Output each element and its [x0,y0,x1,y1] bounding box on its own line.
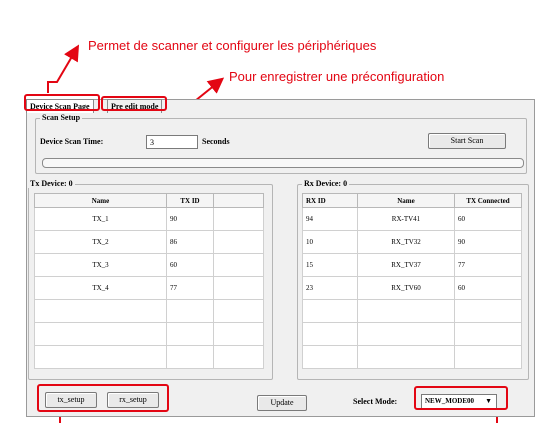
tx-id-cell: 60 [166,253,214,277]
rx-name-cell: RX-TV41 [357,207,455,231]
annotation-arrow-scan [47,44,80,93]
table-row [34,322,264,346]
tx-name-cell: TX_4 [34,276,167,300]
tx-device-group: Tx Device: 0 Name TX ID TX_1 90 TX_2 86 TX… [28,179,273,380]
tx-col-id[interactable]: TX ID [166,193,214,208]
table-row[interactable]: 10 RX_TV32 90 [302,230,522,254]
tx-table: Name TX ID TX_1 90 TX_2 86 TX_3 60 TX_4 77 [34,193,264,369]
table-row[interactable]: 23 RX_TV60 60 [302,276,522,300]
app-window: Device Scan Page Pre edit mode Scan Setu… [26,99,535,417]
tx-id-cell: 77 [166,276,214,300]
table-row[interactable]: 15 RX_TV37 77 [302,253,522,277]
highlight-select-mode [414,386,508,410]
rx-col-tx-connected[interactable]: TX Connected [454,193,522,208]
scan-setup-group: Scan Setup Device Scan Time: 3 Seconds S… [35,113,527,174]
table-row [34,345,264,369]
tx-id-cell: 86 [166,230,214,254]
rx-id-cell: 10 [302,230,358,254]
tx-name-cell: TX_2 [34,230,167,254]
rx-col-name[interactable]: Name [357,193,455,208]
scan-time-input[interactable]: 3 [146,135,198,149]
tx-name-cell: TX_1 [34,207,167,231]
scan-time-label: Device Scan Time: [40,137,104,146]
scan-progress-bar [42,158,524,168]
rx-table: RX ID Name TX Connected 94 RX-TV41 60 10 RX… [302,193,522,369]
rx-device-label: Rx Device: 0 [302,179,350,188]
rx-id-cell: 23 [302,276,358,300]
table-row [302,345,522,369]
tx-device-label: Tx Device: 0 [28,179,75,188]
highlight-setup-buttons [37,384,169,412]
select-mode-label: Select Mode: [353,397,398,406]
table-row [302,299,522,323]
tx-name-cell: TX_3 [34,253,167,277]
table-row[interactable]: TX_4 77 [34,276,264,300]
tx-id-cell: 90 [166,207,214,231]
table-row[interactable]: 94 RX-TV41 60 [302,207,522,231]
table-row [302,322,522,346]
table-row[interactable]: TX_3 60 [34,253,264,277]
rx-name-cell: RX_TV32 [357,230,455,254]
seconds-label: Seconds [202,137,230,146]
rx-id-cell: 94 [302,207,358,231]
highlight-pre-edit-tab [101,96,167,111]
rx-tx-cell: 60 [454,276,522,300]
table-row [34,299,264,323]
rx-tx-cell: 77 [454,253,522,277]
rx-tx-cell: 60 [454,207,522,231]
tx-col-name[interactable]: Name [34,193,167,208]
table-row[interactable]: TX_2 86 [34,230,264,254]
rx-col-id[interactable]: RX ID [302,193,358,208]
rx-name-cell: RX_TV60 [357,276,455,300]
update-button[interactable]: Update [257,395,307,411]
rx-device-group: Rx Device: 0 RX ID Name TX Connected 94 R… [297,179,529,380]
table-row[interactable]: TX_1 90 [34,207,264,231]
rx-tx-cell: 90 [454,230,522,254]
tx-col-empty [213,193,264,208]
highlight-device-scan-tab [24,94,100,111]
rx-id-cell: 15 [302,253,358,277]
rx-name-cell: RX_TV37 [357,253,455,277]
start-scan-button[interactable]: Start Scan [428,133,506,149]
scan-setup-label: Scan Setup [40,113,83,122]
